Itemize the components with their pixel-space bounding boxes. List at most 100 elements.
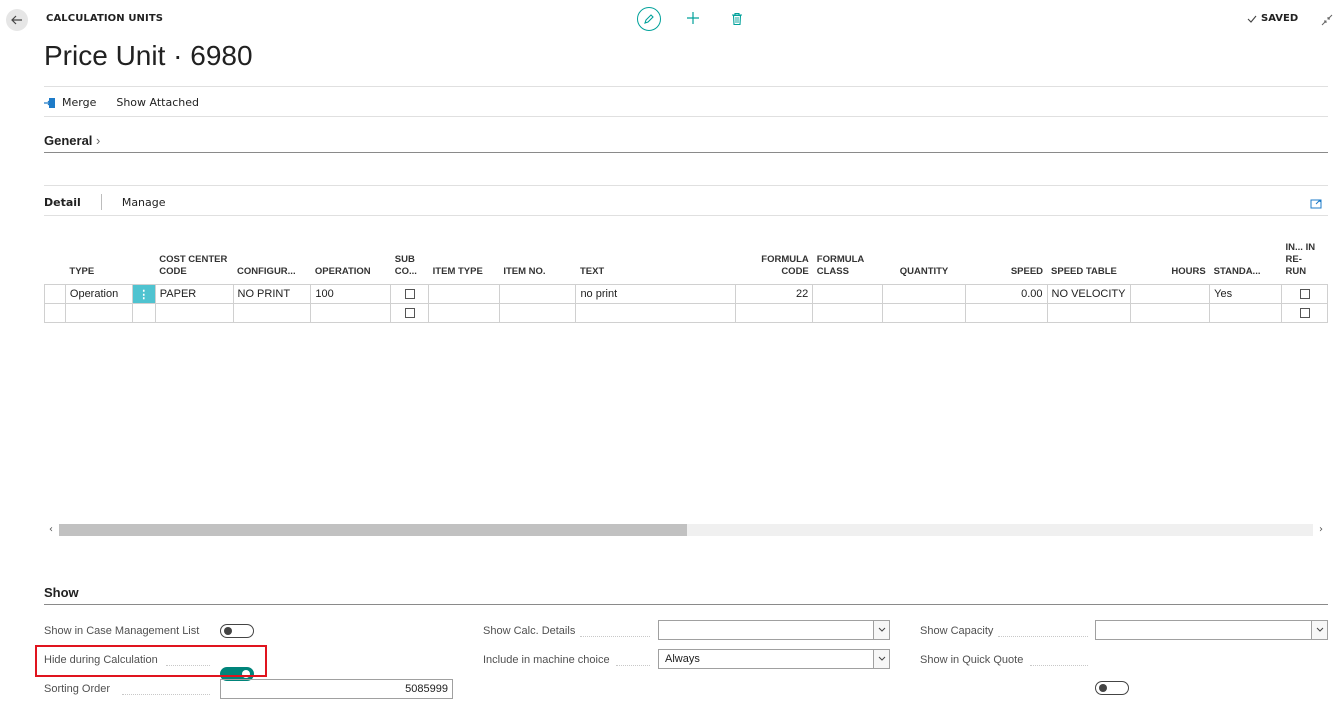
cell-row-menu[interactable] — [131, 303, 156, 323]
show-in-quick-quote-label: Show in Quick Quote — [920, 654, 1024, 666]
in-rerun-checkbox[interactable] — [1299, 289, 1310, 300]
table-row[interactable]: Operation ⋮ PAPER NO PRINT 100 no print … — [44, 284, 1328, 304]
plus-icon — [687, 12, 699, 24]
scroll-thumb[interactable] — [59, 524, 687, 536]
delete-button[interactable] — [730, 10, 744, 28]
row-selector[interactable] — [44, 284, 66, 304]
cell-item-type[interactable] — [428, 284, 500, 304]
col-speed-table[interactable]: SPEED TABLE — [1047, 226, 1130, 285]
cell-in-rerun[interactable] — [1281, 284, 1328, 304]
show-in-quick-quote-toggle[interactable] — [1095, 681, 1129, 695]
col-hours[interactable]: HOURS — [1130, 226, 1210, 285]
general-section-title: General — [44, 133, 93, 148]
cell-text[interactable]: no print — [575, 284, 737, 304]
col-row-menu — [132, 226, 155, 285]
back-button[interactable] — [6, 9, 28, 31]
chevron-down-icon[interactable] — [873, 621, 889, 639]
cell-cost-center-code[interactable]: PAPER — [154, 284, 234, 304]
in-rerun-checkbox[interactable] — [1299, 308, 1310, 319]
cell-item-no[interactable] — [498, 303, 577, 323]
chevron-down-icon[interactable] — [873, 650, 889, 668]
col-sub-co[interactable]: SUB CO... — [391, 226, 429, 285]
cell-speed[interactable]: 0.00 — [964, 284, 1048, 304]
saved-status: SAVED — [1247, 13, 1298, 24]
col-operation[interactable]: OPERATION — [311, 226, 391, 285]
leader-dots — [1030, 664, 1088, 666]
collapse-icon[interactable] — [1320, 12, 1334, 26]
sub-co-checkbox[interactable] — [404, 308, 415, 319]
divider — [44, 86, 1328, 87]
col-item-no[interactable]: ITEM NO. — [499, 226, 576, 285]
cell-formula-code[interactable] — [735, 303, 814, 323]
col-in-rerun[interactable]: IN... IN RE- RUN — [1282, 226, 1328, 285]
include-machine-choice-label: Include in machine choice — [483, 654, 610, 666]
col-configur[interactable]: CONFIGUR... — [233, 226, 311, 285]
row-selector[interactable] — [44, 303, 66, 323]
tab-manage[interactable]: Manage — [122, 196, 166, 209]
cell-standa[interactable] — [1209, 303, 1283, 323]
include-machine-choice-select[interactable]: Always — [658, 649, 890, 669]
cell-speed[interactable] — [964, 303, 1048, 323]
cell-operation[interactable]: 100 — [310, 284, 392, 304]
cell-sub-co[interactable] — [390, 303, 430, 323]
cell-standa[interactable]: Yes — [1209, 284, 1283, 304]
chevron-down-icon[interactable] — [1311, 621, 1327, 639]
toggle-knob — [224, 627, 232, 635]
col-quantity[interactable]: QUANTITY — [883, 226, 966, 285]
cell-item-no[interactable] — [498, 284, 577, 304]
cell-cost-center-code[interactable] — [154, 303, 234, 323]
cell-quantity[interactable] — [882, 284, 966, 304]
merge-icon — [44, 97, 55, 108]
col-formula-code[interactable]: FORMULA CODE — [736, 226, 813, 285]
col-cost-center-code[interactable]: COST CENTER CODE — [155, 226, 233, 285]
cell-configur[interactable] — [232, 303, 312, 323]
horizontal-scrollbar[interactable]: ‹ › — [44, 522, 1328, 536]
chevron-right-icon: › — [96, 133, 101, 148]
cell-hours[interactable] — [1129, 284, 1211, 304]
cell-operation[interactable] — [310, 303, 392, 323]
cell-hours[interactable] — [1129, 303, 1211, 323]
cell-quantity[interactable] — [882, 303, 966, 323]
cell-formula-class[interactable] — [812, 284, 884, 304]
divider — [44, 185, 1328, 186]
general-section-header[interactable]: General › — [44, 133, 100, 148]
show-in-case-mgmt-toggle[interactable] — [220, 624, 254, 638]
show-calc-details-select[interactable] — [658, 620, 890, 640]
col-formula-class[interactable]: FORMULA CLASS — [813, 226, 883, 285]
cell-item-type[interactable] — [428, 303, 500, 323]
cell-type[interactable] — [64, 303, 133, 323]
scroll-right-icon[interactable]: › — [1314, 522, 1328, 536]
cell-text[interactable] — [575, 303, 737, 323]
edit-button[interactable] — [637, 7, 661, 31]
cell-configur[interactable]: NO PRINT — [232, 284, 312, 304]
check-icon — [1247, 15, 1257, 23]
cell-type[interactable]: Operation — [64, 284, 133, 304]
cell-formula-class[interactable] — [812, 303, 884, 323]
scroll-left-icon[interactable]: ‹ — [44, 522, 58, 536]
tab-detail[interactable]: Detail — [44, 196, 81, 209]
col-type[interactable]: TYPE — [65, 226, 132, 285]
show-capacity-select[interactable] — [1095, 620, 1328, 640]
pencil-icon — [644, 14, 654, 24]
cell-sub-co[interactable] — [390, 284, 430, 304]
cell-speed-table[interactable]: NO VELOCITY — [1046, 284, 1131, 304]
row-menu-icon[interactable]: ⋮ — [131, 284, 156, 304]
breadcrumb[interactable]: CALCULATION UNITS — [46, 13, 163, 24]
cell-in-rerun[interactable] — [1281, 303, 1328, 323]
col-speed[interactable]: SPEED — [965, 226, 1047, 285]
show-attached-button[interactable]: Show Attached — [116, 96, 199, 109]
cell-formula-code[interactable]: 22 — [735, 284, 814, 304]
show-section-title[interactable]: Show — [44, 585, 79, 600]
cell-speed-table[interactable] — [1046, 303, 1131, 323]
sub-co-checkbox[interactable] — [404, 289, 415, 300]
col-text[interactable]: TEXT — [576, 226, 736, 285]
show-in-case-mgmt-label: Show in Case Management List — [44, 625, 200, 637]
expand-icon[interactable] — [1310, 195, 1322, 209]
merge-button[interactable]: Merge — [44, 96, 96, 109]
sorting-order-input[interactable]: 5085999 — [220, 679, 453, 699]
page-title: Price Unit · 6980 — [44, 40, 253, 71]
table-row[interactable] — [44, 303, 1328, 323]
col-standa[interactable]: STANDA... — [1210, 226, 1282, 285]
col-item-type[interactable]: ITEM TYPE — [429, 226, 500, 285]
add-button[interactable] — [684, 8, 702, 28]
